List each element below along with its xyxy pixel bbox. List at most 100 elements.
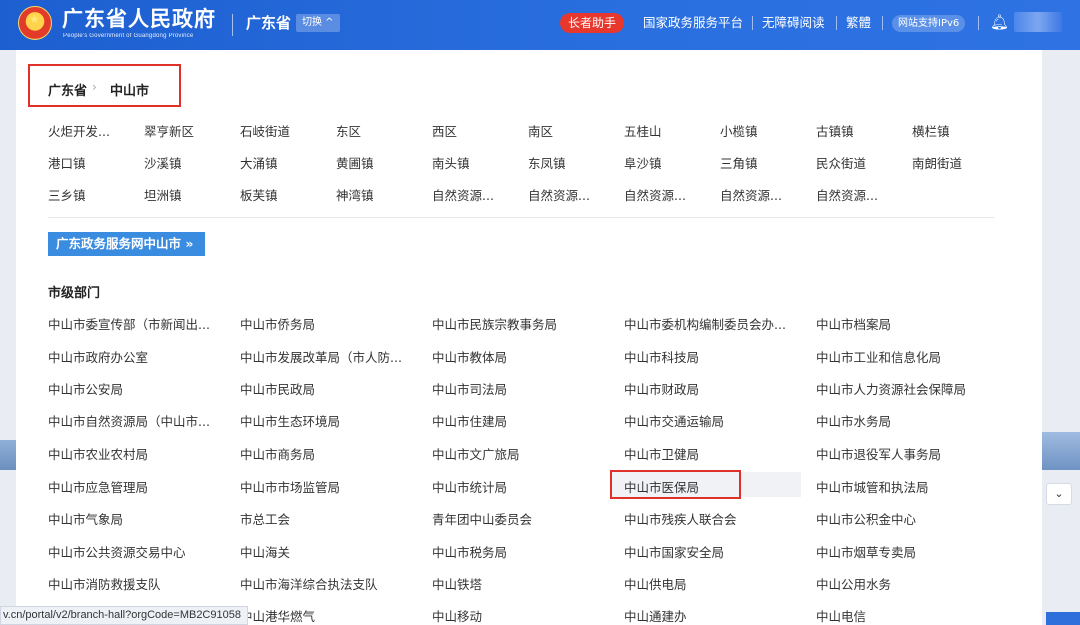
site-title[interactable]: 广东省人民政府 xyxy=(62,3,216,33)
department-link[interactable]: 中山市消防救援支队 xyxy=(48,574,161,593)
town-link[interactable]: 板芙镇 xyxy=(240,185,278,204)
town-link[interactable]: 小榄镇 xyxy=(720,121,758,140)
background-skyline-left xyxy=(0,440,16,470)
department-link[interactable]: 中山市卫健局 xyxy=(624,444,699,463)
switch-region-button[interactable]: 切换 ^ xyxy=(296,14,340,32)
department-link[interactable]: 中山市气象局 xyxy=(48,509,123,528)
national-service-platform-link[interactable]: 国家政务服务平台 xyxy=(643,15,743,31)
department-link[interactable]: 中山市农业农村局 xyxy=(48,444,148,463)
department-link[interactable]: 中山市公共资源交易中心 xyxy=(48,542,186,561)
town-link[interactable]: 自然资源... xyxy=(720,185,782,204)
breadcrumb-city[interactable]: 中山市 xyxy=(110,80,149,99)
department-link[interactable]: 中山电信 xyxy=(816,606,866,625)
bell-icon[interactable]: 🔔︎ xyxy=(990,13,1009,31)
department-link[interactable]: 中山市委机构编制委员会办... xyxy=(624,314,786,333)
site-subtitle: People's Government of Guangdong Provinc… xyxy=(63,33,194,39)
department-link[interactable]: 中山市应急管理局 xyxy=(48,477,148,496)
town-link[interactable]: 三角镇 xyxy=(720,153,758,172)
top-header: 广东省人民政府 People's Government of Guangdong… xyxy=(0,0,1080,50)
accessible-reading-link[interactable]: 无障碍阅读 xyxy=(762,15,825,31)
town-link[interactable]: 自然资源... xyxy=(816,185,878,204)
department-link[interactable]: 中山市司法局 xyxy=(432,379,507,398)
department-link[interactable]: 中山市水务局 xyxy=(816,411,891,430)
town-link[interactable]: 自然资源... xyxy=(432,185,494,204)
background-footer-strip xyxy=(1046,612,1080,625)
department-link[interactable]: 中山市国家安全局 xyxy=(624,542,724,561)
department-link[interactable]: 中山市交通运输局 xyxy=(624,411,724,430)
header-separator xyxy=(882,16,883,30)
department-link[interactable]: 中山市公积金中心 xyxy=(816,509,916,528)
department-link[interactable]: 青年团中山委员会 xyxy=(432,509,532,528)
department-link[interactable]: 中山市城管和执法局 xyxy=(816,477,929,496)
department-link[interactable]: 中山市教体局 xyxy=(432,347,507,366)
department-link[interactable]: 中山市烟草专卖局 xyxy=(816,542,916,561)
department-link[interactable]: 中山市海洋综合执法支队 xyxy=(240,574,378,593)
department-link[interactable]: 中山市发展改革局（市人防... xyxy=(240,347,402,366)
town-link[interactable]: 古镇镇 xyxy=(816,121,854,140)
town-link[interactable]: 坦洲镇 xyxy=(144,185,182,204)
town-link[interactable]: 自然资源... xyxy=(528,185,590,204)
town-link[interactable]: 自然资源... xyxy=(624,185,686,204)
department-link[interactable]: 中山市统计局 xyxy=(432,477,507,496)
department-link[interactable]: 中山通建办 xyxy=(624,606,687,625)
department-link[interactable]: 中山市科技局 xyxy=(624,347,699,366)
town-link[interactable]: 民众街道 xyxy=(816,153,866,172)
department-link[interactable]: 中山市人力资源社会保障局 xyxy=(816,379,966,398)
department-link[interactable]: 中山市自然资源局（中山市... xyxy=(48,411,210,430)
elder-helper-button[interactable]: 长者助手 xyxy=(560,13,625,33)
department-link[interactable]: 中山市商务局 xyxy=(240,444,315,463)
departments-section-title: 市级部门 xyxy=(48,286,101,301)
town-link[interactable]: 翠亨新区 xyxy=(144,121,194,140)
department-link[interactable]: 中山市政府办公室 xyxy=(48,347,148,366)
department-link[interactable]: 中山供电局 xyxy=(624,574,687,593)
status-bar-url: v.cn/portal/v2/branch-hall?orgCode=MB2C9… xyxy=(0,606,248,625)
breadcrumb-province[interactable]: 广东省 xyxy=(48,80,87,99)
department-link[interactable]: 中山市退役军人事务局 xyxy=(816,444,941,463)
town-link[interactable]: 阜沙镇 xyxy=(624,153,662,172)
department-link[interactable]: 中山市财政局 xyxy=(624,379,699,398)
department-link[interactable]: 中山市档案局 xyxy=(816,314,891,333)
department-link[interactable]: 中山市市场监管局 xyxy=(240,477,340,496)
town-link[interactable]: 沙溪镇 xyxy=(144,153,182,172)
town-link[interactable]: 南区 xyxy=(528,121,553,140)
town-link[interactable]: 神湾镇 xyxy=(336,185,374,204)
department-link[interactable]: 中山铁塔 xyxy=(432,574,482,593)
department-link[interactable]: 中山海关 xyxy=(240,542,290,561)
header-divider xyxy=(232,14,233,36)
traditional-chinese-link[interactable]: 繁體 xyxy=(846,15,871,31)
zhongshan-service-portal-button[interactable]: 广东政务服务网中山市 » xyxy=(48,232,205,256)
department-link[interactable]: 中山市委宣传部（市新闻出... xyxy=(48,314,210,333)
department-link[interactable]: 中山市税务局 xyxy=(432,542,507,561)
department-link[interactable]: 中山市工业和信息化局 xyxy=(816,347,941,366)
department-link[interactable]: 中山市公安局 xyxy=(48,379,123,398)
department-link[interactable]: 中山市民政局 xyxy=(240,379,315,398)
town-link[interactable]: 黄圃镇 xyxy=(336,153,374,172)
background-skyline-right xyxy=(1042,432,1080,470)
department-link[interactable]: 中山移动 xyxy=(432,606,482,625)
department-link[interactable]: 中山市民族宗教事务局 xyxy=(432,314,557,333)
department-link[interactable]: 中山公用水务 xyxy=(816,574,891,593)
department-link[interactable]: 市总工会 xyxy=(240,509,290,528)
department-link[interactable]: 中山市残疾人联合会 xyxy=(624,509,737,528)
department-link[interactable]: 中山港华燃气 xyxy=(240,606,315,625)
town-link[interactable]: 五桂山 xyxy=(624,121,662,140)
department-link[interactable]: 中山市侨务局 xyxy=(240,314,315,333)
town-link[interactable]: 东区 xyxy=(336,121,361,140)
town-link[interactable]: 大涌镇 xyxy=(240,153,278,172)
header-separator xyxy=(752,16,753,30)
department-link[interactable]: 中山市住建局 xyxy=(432,411,507,430)
town-link[interactable]: 西区 xyxy=(432,121,457,140)
chevron-down-icon[interactable]: ⌄ xyxy=(1046,483,1072,505)
town-link[interactable]: 横栏镇 xyxy=(912,121,950,140)
town-link[interactable]: 东凤镇 xyxy=(528,153,566,172)
town-link[interactable]: 石岐街道 xyxy=(240,121,290,140)
user-avatar[interactable] xyxy=(1014,12,1062,32)
department-link[interactable]: 中山市生态环境局 xyxy=(240,411,340,430)
town-link[interactable]: 火炬开发... xyxy=(48,121,110,140)
town-link[interactable]: 三乡镇 xyxy=(48,185,86,204)
town-link[interactable]: 南朗街道 xyxy=(912,153,962,172)
town-link[interactable]: 港口镇 xyxy=(48,153,86,172)
town-link[interactable]: 南头镇 xyxy=(432,153,470,172)
department-link[interactable]: 中山市文广旅局 xyxy=(432,444,520,463)
divider xyxy=(48,217,994,218)
